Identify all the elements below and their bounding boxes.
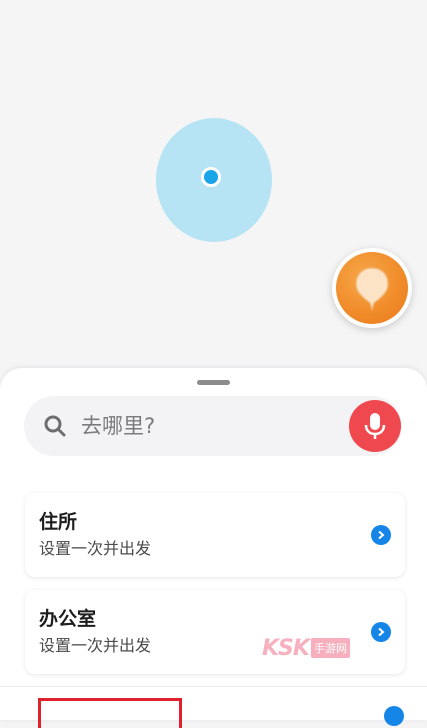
divider (0, 686, 427, 687)
place-subtitle: 设置一次并出发 (39, 636, 152, 655)
current-location-dot-icon (201, 167, 221, 187)
home-place-card[interactable]: 住所 设置一次并出发 (25, 493, 405, 577)
search-input[interactable]: 去哪里? (81, 410, 155, 442)
place-title: 住所 (39, 511, 78, 533)
voice-search-button[interactable] (349, 400, 401, 452)
search-icon (44, 415, 66, 437)
partial-arrow-icon (384, 706, 404, 726)
place-subtitle: 设置一次并出发 (39, 539, 152, 558)
site-watermark-logo: KSK 手游网 (262, 634, 350, 662)
place-title: 办公室 (39, 608, 97, 630)
chevron-right-icon (371, 525, 391, 545)
watermark-tag: 手游网 (310, 638, 350, 658)
drag-handle[interactable] (197, 380, 230, 385)
chevron-right-icon (371, 622, 391, 642)
pin-icon (336, 252, 408, 324)
explore-pin-button[interactable] (332, 248, 412, 328)
map-view[interactable] (0, 0, 427, 400)
highlight-box (38, 698, 182, 728)
microphone-icon (364, 413, 386, 439)
search-bar[interactable]: 去哪里? (24, 396, 402, 456)
bottom-sheet: 去哪里? 住所 设置一次并出发 办公室 设置一次并出发 KSK 手游网 (0, 368, 427, 728)
watermark-brand: KSK (262, 635, 310, 661)
